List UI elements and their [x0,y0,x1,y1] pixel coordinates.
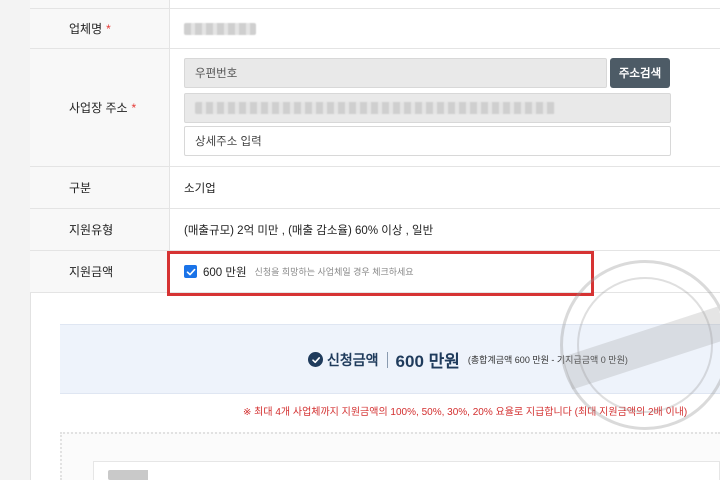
support-amount-option[interactable]: 600 만원 신청을 희망하는 사업체일 경우 체크하세요 [184,264,414,280]
support-amount-value: 600 만원 [203,266,247,279]
next-section-title-masked [108,470,168,480]
company-name-masked [184,23,256,35]
payment-notice: ※ 최대 4개 사업체까지 지원금액의 100%, 50%, 30%, 20% … [243,407,688,418]
category-row: 구분 소기업 [30,167,720,209]
support-amount-checkbox[interactable] [184,265,197,278]
form-top-row [30,0,720,9]
company-label: 업체명 * [30,9,170,48]
support-type-row: 지원유형 (매출규모) 2억 미만 , (매출 감소율) 60% 이상 , 일반 [30,209,720,251]
check-icon [186,268,195,275]
summary-label: 신청금액 [327,351,379,368]
address-search-button[interactable]: 주소검색 [610,58,670,88]
support-amount-row: 지원금액 600 만원 신청을 희망하는 사업체일 경우 체크하세요 [30,251,720,293]
address-masked [195,102,555,114]
support-amount-label: 지원금액 [30,251,170,292]
next-section-card [93,461,720,480]
category-value: 소기업 [184,182,216,195]
top-row-label-cell [30,0,170,8]
company-value [170,9,720,48]
support-type-value: (매출규모) 2억 미만 , (매출 감소율) 60% 이상 , 일반 [184,224,434,237]
required-mark: * [131,100,137,115]
company-row: 업체명 * [30,9,720,49]
zipcode-input[interactable]: 우편번호 [184,58,607,88]
detail-address-input[interactable]: 상세주소 입력 [184,126,671,156]
address-label: 사업장 주소 * [30,49,170,166]
support-amount-hint: 신청을 희망하는 사업체일 경우 체크하세요 [254,267,414,277]
summary-amount: 600 만원 [395,352,460,371]
required-mark: * [106,21,111,36]
summary-divider [386,351,388,368]
summary-detail: (총합계금액 600 만원 - 기지급금액 0 만원) [467,355,628,365]
check-circle-icon [308,352,323,367]
support-type-label: 지원유형 [30,209,170,250]
application-summary: 신청금액 600 만원 (총합계금액 600 만원 - 기지급금액 0 만원) [60,324,720,394]
address-input[interactable] [184,93,671,123]
category-label: 구분 [30,167,170,208]
